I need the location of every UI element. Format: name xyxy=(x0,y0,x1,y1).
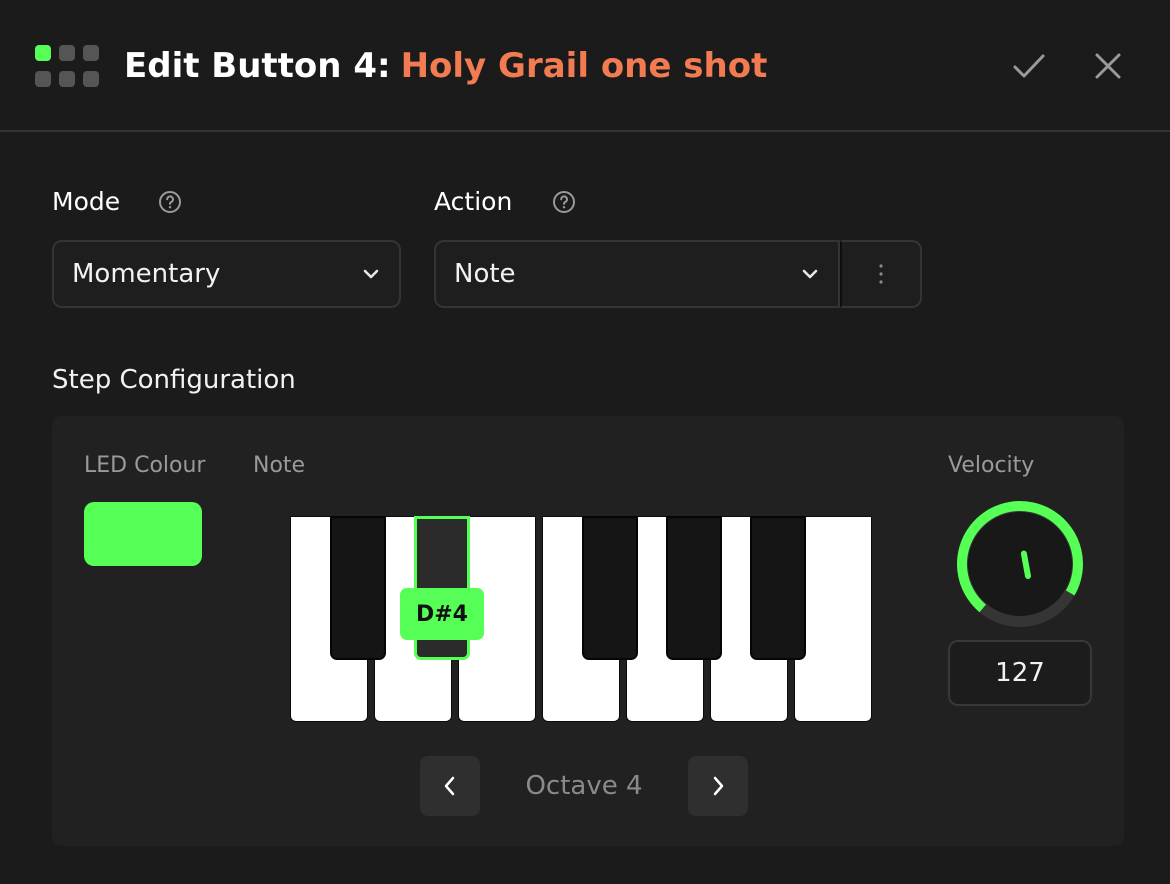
title-prefix: Edit Button 4: xyxy=(124,46,391,86)
velocity-knob[interactable] xyxy=(952,496,1088,632)
close-icon xyxy=(1095,53,1121,79)
piano-black-key-g-sharp[interactable] xyxy=(666,516,722,660)
note-label: Note xyxy=(253,453,306,478)
close-button[interactable] xyxy=(1086,44,1130,88)
mode-help-icon[interactable] xyxy=(158,190,182,214)
grid-cell xyxy=(83,45,99,61)
piano-black-key-a-sharp[interactable] xyxy=(750,516,806,660)
chevron-down-icon xyxy=(782,268,838,280)
grid-cell xyxy=(83,71,99,87)
led-colour-label: LED Colour xyxy=(84,453,206,478)
grid-cell-active xyxy=(35,45,51,61)
selected-note-badge: D#4 xyxy=(400,588,484,640)
octave-up-button[interactable] xyxy=(688,756,748,816)
mode-select-value: Momentary xyxy=(72,259,221,289)
step-configuration-title: Step Configuration xyxy=(52,365,296,395)
velocity-label: Velocity xyxy=(948,453,1035,478)
checkmark-icon xyxy=(1013,54,1045,78)
grid-cell xyxy=(35,71,51,87)
chevron-right-icon xyxy=(713,776,724,796)
grid-cell xyxy=(59,71,75,87)
piano-keyboard xyxy=(290,516,874,724)
action-select-value: Note xyxy=(454,259,516,289)
action-more-button[interactable] xyxy=(840,240,922,308)
confirm-button[interactable] xyxy=(1007,44,1051,88)
chevron-down-icon xyxy=(343,268,399,280)
piano-black-key-f-sharp[interactable] xyxy=(582,516,638,660)
more-vertical-icon xyxy=(879,264,883,284)
chevron-left-icon xyxy=(444,776,455,796)
title-button-name: Holy Grail one shot xyxy=(400,46,768,86)
velocity-value-field[interactable]: 127 xyxy=(948,640,1092,706)
octave-label: Octave 4 xyxy=(525,771,643,801)
action-label: Action xyxy=(434,187,513,216)
button-grid-icon xyxy=(35,45,99,87)
action-select[interactable]: Note xyxy=(434,240,840,308)
action-help-icon[interactable] xyxy=(552,190,576,214)
mode-select[interactable]: Momentary xyxy=(52,240,401,308)
led-colour-swatch[interactable] xyxy=(84,502,202,566)
octave-down-button[interactable] xyxy=(420,756,480,816)
grid-cell xyxy=(59,45,75,61)
dialog-header: Edit Button 4: Holy Grail one shot xyxy=(0,0,1170,132)
mode-label: Mode xyxy=(52,187,121,216)
dialog-title: Edit Button 4: Holy Grail one shot xyxy=(124,44,767,88)
piano-black-key-c-sharp[interactable] xyxy=(330,516,386,660)
